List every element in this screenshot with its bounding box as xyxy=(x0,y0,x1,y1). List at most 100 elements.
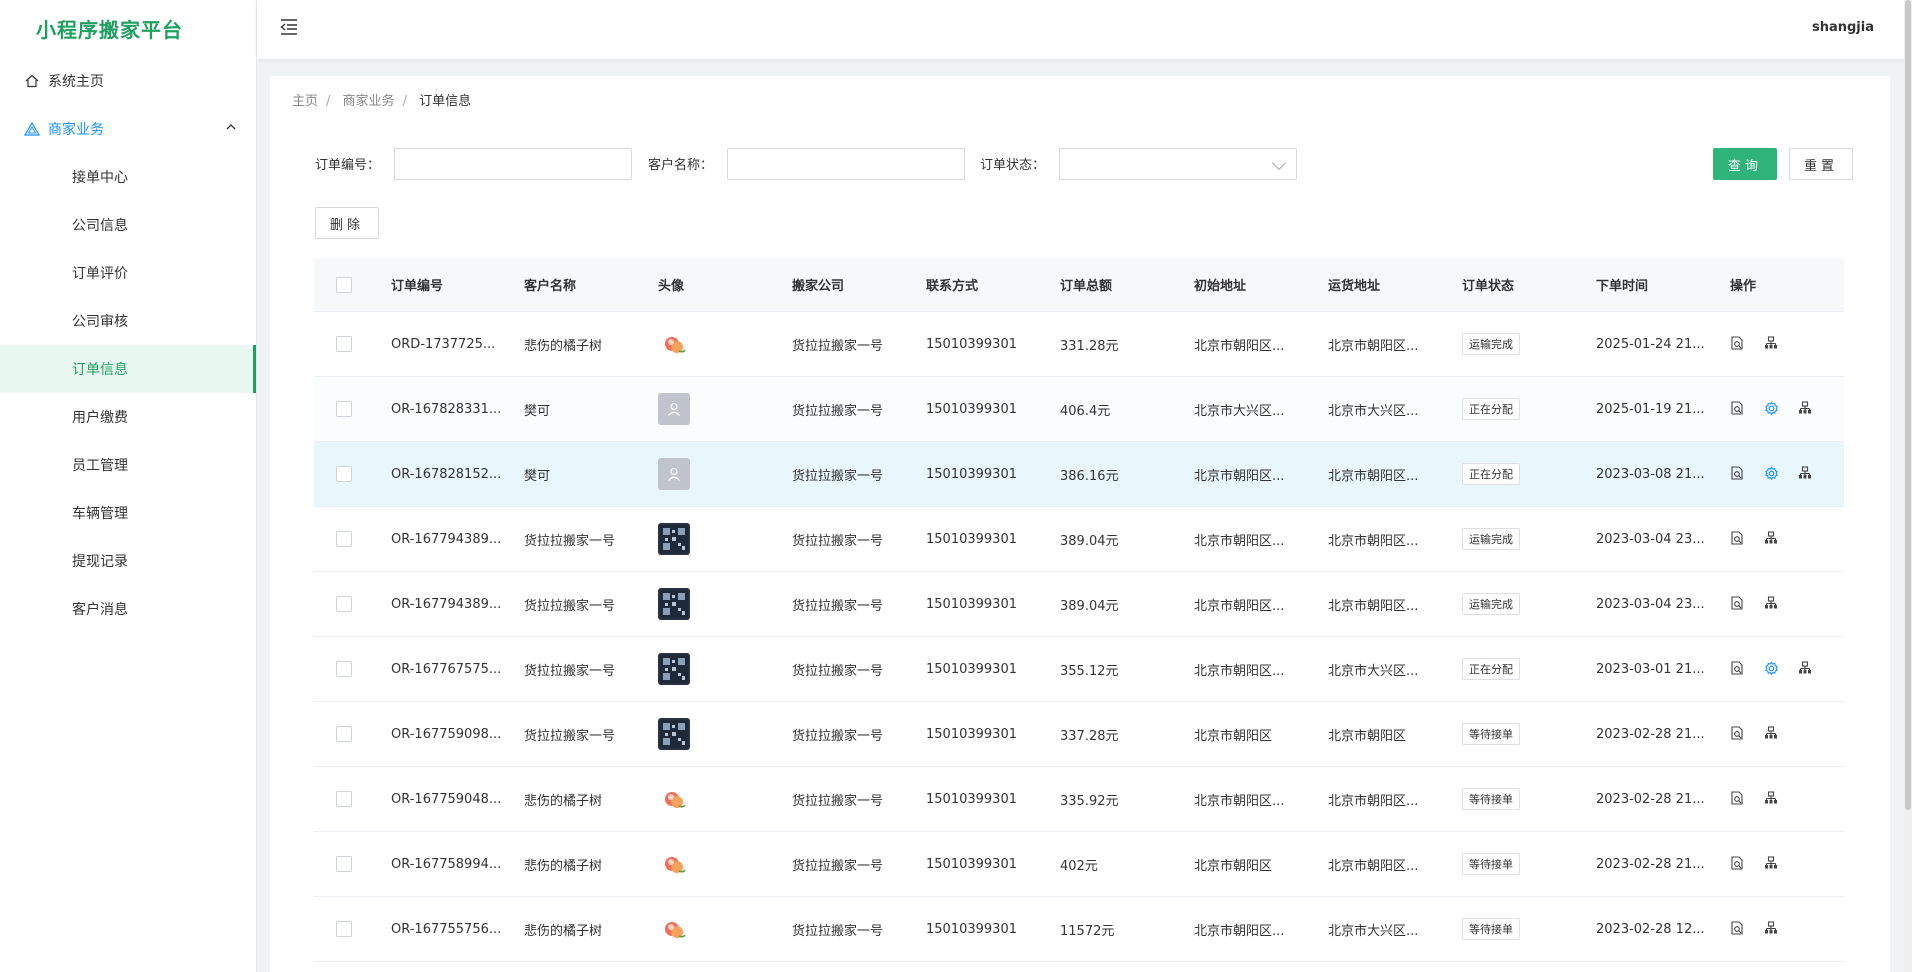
table-row[interactable]: OR-167759098... 货拉拉搬家一号 货拉拉搬家一号 15010399301… xyxy=(314,702,1844,767)
row-checkbox[interactable] xyxy=(336,401,352,417)
view-icon[interactable] xyxy=(1730,661,1746,677)
breadcrumb-merchant[interactable]: 商家业务 xyxy=(343,94,395,109)
sidebar-item-4[interactable]: 订单信息 xyxy=(0,345,256,393)
table-row[interactable]: OR-167758994... 悲伤的橘子树 货拉拉搬家一号 15010399301 4… xyxy=(314,832,1844,897)
row-checkbox[interactable] xyxy=(336,466,352,482)
hierarchy-icon[interactable] xyxy=(1764,921,1780,937)
scrollbar-thumb[interactable] xyxy=(1905,0,1911,810)
table-row[interactable]: OR-167767575... 货拉拉搬家一号 货拉拉搬家一号 15010399301… xyxy=(314,637,1844,702)
column-header: 订单编号 xyxy=(391,279,444,294)
cell-from: 北京市朝阳区... xyxy=(1194,663,1285,679)
view-icon[interactable] xyxy=(1730,921,1746,937)
user-name[interactable]: shangjia xyxy=(1812,20,1874,35)
reset-button[interactable]: 重置 xyxy=(1789,148,1853,180)
cell-order-no: OR-167828331... xyxy=(391,401,502,417)
cell-amount: 11572元 xyxy=(1060,923,1115,939)
sidebar-item-3[interactable]: 公司审核 xyxy=(0,297,256,345)
view-icon[interactable] xyxy=(1730,791,1746,807)
row-checkbox[interactable] xyxy=(336,921,352,937)
hierarchy-icon[interactable] xyxy=(1798,466,1814,482)
row-checkbox[interactable] xyxy=(336,856,352,872)
view-icon[interactable] xyxy=(1730,856,1746,872)
avatar xyxy=(658,783,690,815)
cell-company: 货拉拉搬家一号 xyxy=(792,338,884,354)
cell-amount: 355.12元 xyxy=(1060,663,1119,679)
gear-icon[interactable] xyxy=(1764,466,1780,482)
cell-from: 北京市朝阳区... xyxy=(1194,338,1285,354)
menu-toggle-icon[interactable] xyxy=(279,18,301,38)
hierarchy-icon[interactable] xyxy=(1764,856,1780,872)
cell-to: 北京市朝阳区... xyxy=(1328,468,1419,484)
sidebar-item-2[interactable]: 订单评价 xyxy=(0,249,256,297)
order-status-select[interactable] xyxy=(1059,148,1297,180)
row-checkbox[interactable] xyxy=(336,791,352,807)
cell-company: 货拉拉搬家一号 xyxy=(792,793,884,809)
cell-customer: 货拉拉搬家一号 xyxy=(524,663,616,679)
view-icon[interactable] xyxy=(1730,531,1746,547)
sidebar-item-6[interactable]: 员工管理 xyxy=(0,441,256,489)
status-badge: 正在分配 xyxy=(1462,463,1520,485)
sidebar: 小程序搬家平台 系统主页 商家业务 接单中心 公司信息 订单评价 公司审核 订单信息 用户… xyxy=(0,0,257,972)
customer-name-input[interactable] xyxy=(727,148,965,180)
content-panel: 主页 / 商家业务 / 订单信息 订单编号： 客户名称： 订单状态： 查询 重置 删… xyxy=(270,76,1890,972)
row-checkbox[interactable] xyxy=(336,726,352,742)
table-row[interactable]: OR-167755756... 悲伤的橘子树 货拉拉搬家一号 15010399301 1… xyxy=(314,897,1844,962)
table-row[interactable]: OR-167794389... 货拉拉搬家一号 货拉拉搬家一号 15010399301… xyxy=(314,572,1844,637)
column-header: 初始地址 xyxy=(1194,279,1247,294)
table-row[interactable]: OR-167794389... 货拉拉搬家一号 货拉拉搬家一号 15010399301… xyxy=(314,507,1844,572)
sidebar-item-9[interactable]: 客户消息 xyxy=(0,585,256,633)
cell-order-no: OR-167794389... xyxy=(391,596,502,612)
table-row[interactable]: ORD-1737725... 悲伤的橘子树 货拉拉搬家一号 15010399301 33… xyxy=(314,312,1844,377)
hierarchy-icon[interactable] xyxy=(1764,336,1780,352)
cell-amount: 402元 xyxy=(1060,858,1098,874)
hierarchy-icon[interactable] xyxy=(1764,791,1780,807)
table-row[interactable]: OR-167828152... 樊可 货拉拉搬家一号 15010399301 386.1… xyxy=(314,442,1844,507)
cell-time: 2023-03-08 21... xyxy=(1596,466,1705,482)
order-no-input[interactable] xyxy=(394,148,632,180)
hierarchy-icon[interactable] xyxy=(1764,531,1780,547)
status-badge: 等待接单 xyxy=(1462,723,1520,745)
sidebar-item-7[interactable]: 车辆管理 xyxy=(0,489,256,537)
cell-to: 北京市朝阳区 xyxy=(1328,728,1407,744)
page-scrollbar[interactable] xyxy=(1904,0,1912,972)
breadcrumb-home[interactable]: 主页 xyxy=(292,94,318,109)
hierarchy-icon[interactable] xyxy=(1764,596,1780,612)
view-icon[interactable] xyxy=(1730,336,1746,352)
sidebar-item-1[interactable]: 公司信息 xyxy=(0,201,256,249)
sidebar-group-merchant[interactable]: 商家业务 xyxy=(0,105,256,153)
cell-to: 北京市大兴区... xyxy=(1328,663,1419,679)
cell-order-no: OR-167767575... xyxy=(391,661,502,677)
status-badge: 正在分配 xyxy=(1462,658,1520,680)
avatar xyxy=(658,718,690,750)
select-all-checkbox[interactable] xyxy=(336,276,352,293)
hierarchy-icon[interactable] xyxy=(1798,401,1814,417)
row-checkbox[interactable] xyxy=(336,661,352,677)
view-icon[interactable] xyxy=(1730,401,1746,417)
gear-icon[interactable] xyxy=(1764,661,1780,677)
table-row[interactable]: OR-167759048... 悲伤的橘子树 货拉拉搬家一号 15010399301 3… xyxy=(314,767,1844,832)
hierarchy-icon[interactable] xyxy=(1798,661,1814,677)
view-icon[interactable] xyxy=(1730,596,1746,612)
row-checkbox[interactable] xyxy=(336,336,352,352)
sidebar-item-5[interactable]: 用户缴费 xyxy=(0,393,256,441)
status-badge: 运输完成 xyxy=(1462,593,1520,615)
cell-customer: 货拉拉搬家一号 xyxy=(524,533,616,549)
table-row[interactable]: OR-167828331... 樊可 货拉拉搬家一号 15010399301 406.4… xyxy=(314,377,1844,442)
sidebar-item-0[interactable]: 接单中心 xyxy=(0,153,256,201)
column-header: 下单时间 xyxy=(1596,279,1649,294)
cell-order-no: ORD-1737725... xyxy=(391,336,496,352)
cell-amount: 331.28元 xyxy=(1060,338,1119,354)
row-checkbox[interactable] xyxy=(336,531,352,547)
delete-button[interactable]: 删除 xyxy=(315,207,379,239)
sidebar-item-home[interactable]: 系统主页 xyxy=(0,57,256,105)
view-icon[interactable] xyxy=(1730,726,1746,742)
hierarchy-icon[interactable] xyxy=(1764,726,1780,742)
view-icon[interactable] xyxy=(1730,466,1746,482)
column-header: 搬家公司 xyxy=(792,279,845,294)
status-badge: 运输完成 xyxy=(1462,333,1520,355)
cell-company: 货拉拉搬家一号 xyxy=(792,663,884,679)
query-button[interactable]: 查询 xyxy=(1713,148,1777,180)
gear-icon[interactable] xyxy=(1764,401,1780,417)
row-checkbox[interactable] xyxy=(336,596,352,612)
sidebar-item-8[interactable]: 提现记录 xyxy=(0,537,256,585)
